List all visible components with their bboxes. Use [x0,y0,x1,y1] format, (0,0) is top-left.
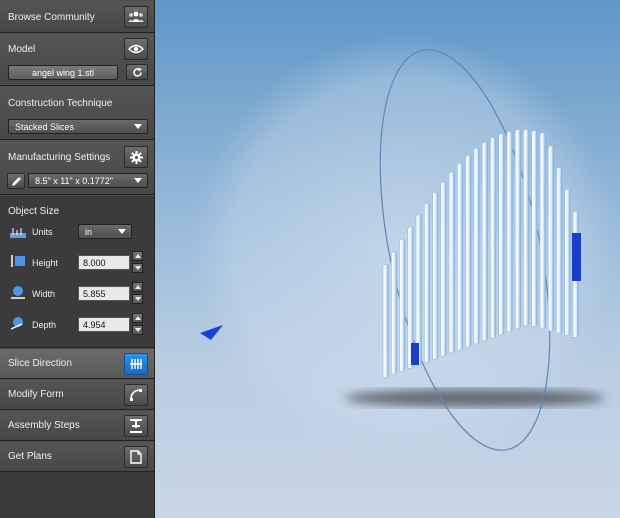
height-label: Height [32,258,59,268]
model-slice [448,171,455,354]
units-value: in [85,226,93,237]
height-decrement-button[interactable] [132,263,143,273]
chevron-down-icon [118,229,126,234]
get-plans-label: Get Plans [8,451,52,462]
construction-technique-value: Stacked Slices [15,121,75,132]
model-slice [481,141,488,342]
model-slice [440,181,447,357]
model-file-field[interactable]: angel wing 1.stl [8,65,118,80]
model-slice [382,264,389,378]
eye-icon [128,44,144,54]
model-slice [531,130,538,327]
model-section: Model angel wing 1.stl [0,33,154,86]
height-icon [11,255,25,267]
slice-end-cap-right [572,233,581,281]
manufacturing-settings-title: Manufacturing Settings [8,152,111,163]
assembly-steps-icon [130,419,142,433]
depth-stepper[interactable] [132,313,143,335]
width-stepper[interactable] [132,282,143,304]
assembly-steps-section[interactable]: Assembly Steps [0,410,154,441]
construction-technique-title: Construction Technique [8,98,113,109]
document-icon [130,450,142,464]
modify-form-section[interactable]: Modify Form [0,379,154,410]
slice-direction-label: Slice Direction [8,358,72,369]
slice-direction-icon [130,359,142,369]
gear-icon [129,150,143,164]
edit-manufacturing-button[interactable] [7,173,25,189]
model-slice [473,147,480,345]
width-decrement-button[interactable] [132,294,143,304]
model-slice [399,238,406,372]
width-icon [11,286,25,299]
manufacturing-settings-section: Manufacturing Settings 8.5" x 11" x 0.17… [0,140,154,195]
model-slice [539,132,546,330]
width-increment-button[interactable] [132,282,143,292]
object-size-section: Object Size Units in Height 8.000 Width … [0,195,154,348]
model-slice [514,129,522,330]
pencil-icon [11,176,21,186]
object-size-title: Object Size [8,206,60,217]
model-slice [423,202,431,363]
model-slice [490,137,497,339]
manufacturing-settings-select[interactable]: 8.5" x 11" x 0.1772" [28,173,148,188]
model-slice [391,251,398,375]
model-shadow [345,389,605,407]
height-stepper[interactable] [132,251,143,273]
model-slice [506,130,513,333]
height-increment-button[interactable] [132,251,143,261]
model-slice [556,167,563,334]
modify-form-label: Modify Form [8,389,64,400]
browse-community-label: Browse Community [8,12,95,23]
reload-model-button[interactable] [126,64,148,80]
model-slice [523,129,530,327]
model-slice [456,162,464,351]
side-panel: Browse Community Model angel wing 1.stl … [0,0,155,518]
model-slice [415,214,422,366]
browse-community-button[interactable] [124,6,148,28]
browse-community-section[interactable]: Browse Community [0,0,154,33]
view-model-button[interactable] [124,38,148,60]
depth-icon [10,317,23,330]
model-scene [190,35,620,465]
units-label: Units [32,227,53,237]
refresh-icon [132,67,142,77]
manufacturing-settings-button[interactable] [124,146,148,168]
model-slice [564,188,571,336]
3d-viewport[interactable] [155,0,620,518]
model-slice [465,154,472,348]
panel-footer [0,472,154,518]
modify-form-icon [130,389,142,401]
chevron-down-icon [134,178,142,183]
modify-form-button[interactable] [124,384,148,406]
construction-technique-section: Construction Technique Stacked Slices [0,86,154,140]
depth-label: Depth [32,320,57,330]
height-input[interactable]: 8.000 [78,255,130,270]
model-slice [498,133,505,336]
assembly-steps-button[interactable] [124,415,148,437]
people-icon [128,11,144,22]
slice-end-cap-left [411,343,419,365]
assembly-steps-label: Assembly Steps [8,420,80,431]
manufacturing-settings-value: 8.5" x 11" x 0.1772" [35,175,113,186]
units-ruler-icon [10,228,26,238]
width-input[interactable]: 5.855 [78,286,130,301]
units-select[interactable]: in [78,224,132,239]
slice-direction-button[interactable] [124,353,148,375]
model-slice [547,145,555,332]
get-plans-button[interactable] [124,446,148,468]
width-label: Width [32,289,56,299]
chevron-down-icon [134,124,142,129]
model-slice [432,191,439,360]
depth-decrement-button[interactable] [132,325,143,335]
construction-technique-select[interactable]: Stacked Slices [8,119,148,134]
depth-increment-button[interactable] [132,313,143,323]
depth-input[interactable]: 4.954 [78,317,130,332]
model-title: Model [8,44,36,55]
slice-direction-section[interactable]: Slice Direction [0,348,154,379]
get-plans-section[interactable]: Get Plans [0,441,154,472]
